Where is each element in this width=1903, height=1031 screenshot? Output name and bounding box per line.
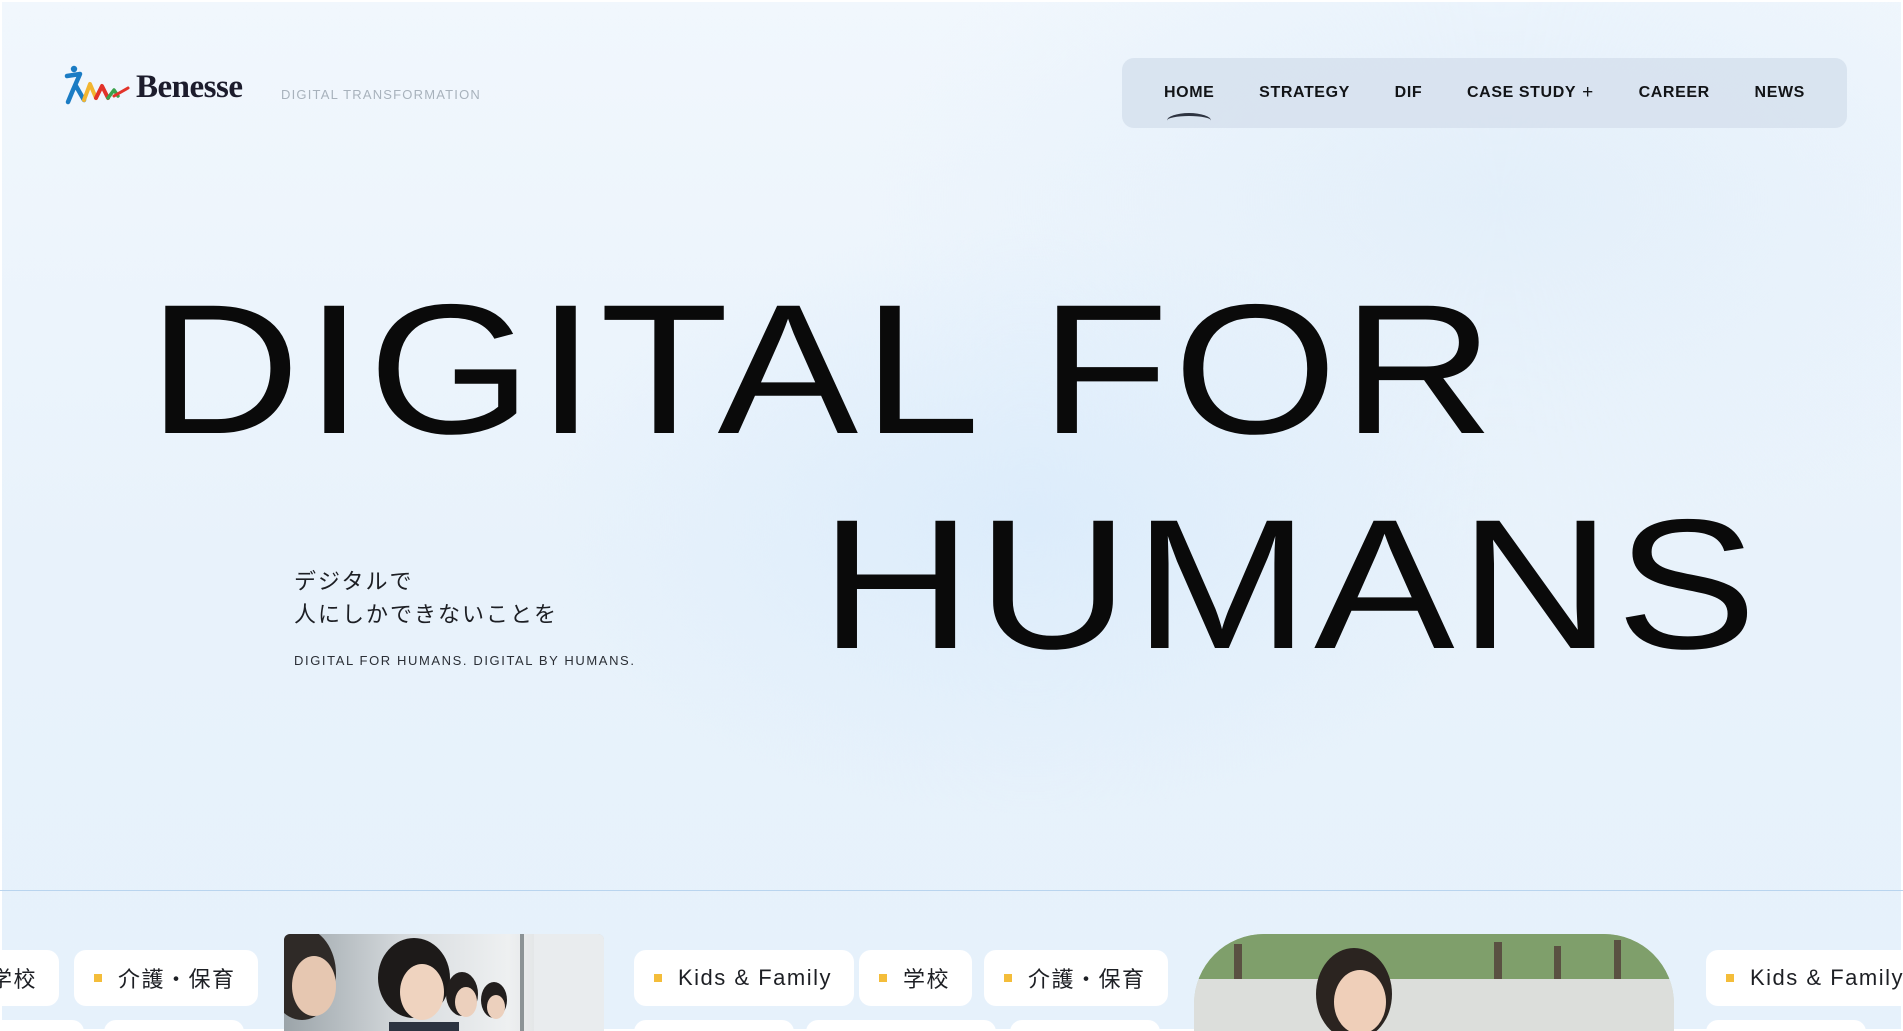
category-chip-row2[interactable] bbox=[634, 1020, 794, 1031]
category-chip-row2[interactable] bbox=[0, 1020, 84, 1031]
bullet-icon bbox=[879, 974, 887, 982]
section-divider bbox=[0, 890, 1903, 891]
category-chip-row2[interactable] bbox=[1010, 1020, 1160, 1031]
category-chip-kids-family[interactable]: Kids & Family bbox=[1706, 950, 1903, 1006]
nav-strategy[interactable]: STRATEGY bbox=[1259, 84, 1350, 102]
nav-case-study[interactable]: CASE STUDY + bbox=[1467, 82, 1594, 104]
chip-label: Kids & Family bbox=[1750, 965, 1903, 990]
category-chip-care[interactable]: 介護・保育 bbox=[74, 950, 258, 1006]
jp-copy-line-2: 人にしかできないことを bbox=[294, 602, 559, 627]
site-tagline: DIGITAL TRANSFORMATION bbox=[281, 87, 481, 102]
hero-title-line-1: DIGITAL FOR bbox=[148, 267, 1499, 473]
benesse-logo[interactable]: Benesse bbox=[64, 64, 243, 110]
logo-wordmark: Benesse bbox=[136, 68, 243, 105]
category-chip-school[interactable]: 学校 bbox=[859, 950, 973, 1006]
plus-icon: + bbox=[1582, 82, 1594, 103]
category-chip-care[interactable]: 介護・保育 bbox=[984, 950, 1168, 1006]
hero-english-copy: DIGITAL FOR HUMANS. DIGITAL BY HUMANS. bbox=[294, 653, 636, 668]
bullet-icon bbox=[1004, 974, 1012, 982]
chip-label: 介護・保育 bbox=[1028, 967, 1146, 992]
nav-home[interactable]: HOME bbox=[1164, 84, 1214, 102]
students-photo-illustration bbox=[284, 934, 604, 1031]
nav-case-study-label: CASE STUDY bbox=[1467, 84, 1577, 101]
category-chip-row2[interactable] bbox=[104, 1020, 244, 1031]
category-chip-school[interactable]: 学校 bbox=[0, 950, 60, 1006]
bullet-icon bbox=[654, 974, 662, 982]
bullet-icon bbox=[1726, 974, 1734, 982]
chip-label: 介護・保育 bbox=[118, 967, 236, 992]
hero-japanese-copy: デジタルで 人にしかできないことを bbox=[294, 565, 558, 631]
chip-label: 学校 bbox=[0, 967, 38, 992]
students-photo[interactable] bbox=[284, 934, 604, 1031]
nav-dif[interactable]: DIF bbox=[1395, 84, 1423, 102]
nav-career[interactable]: CAREER bbox=[1639, 84, 1710, 102]
category-chip-row2[interactable] bbox=[1706, 1020, 1866, 1031]
benesse-logo-icon bbox=[64, 65, 130, 105]
bullet-icon bbox=[94, 974, 102, 982]
chip-label: Kids & Family bbox=[678, 965, 832, 990]
category-chip-row2[interactable] bbox=[806, 1020, 996, 1031]
jp-copy-line-1: デジタルで bbox=[294, 569, 414, 594]
woman-photo-illustration bbox=[1194, 934, 1674, 1031]
chip-label: 学校 bbox=[903, 967, 951, 992]
hero-title-line-2: HUMANS bbox=[820, 482, 1762, 688]
main-nav: HOME STRATEGY DIF CASE STUDY + CAREER NEW… bbox=[1122, 58, 1847, 128]
category-chip-kids-family[interactable]: Kids & Family bbox=[634, 950, 854, 1006]
woman-photo[interactable] bbox=[1194, 934, 1674, 1031]
nav-news[interactable]: NEWS bbox=[1755, 84, 1805, 102]
